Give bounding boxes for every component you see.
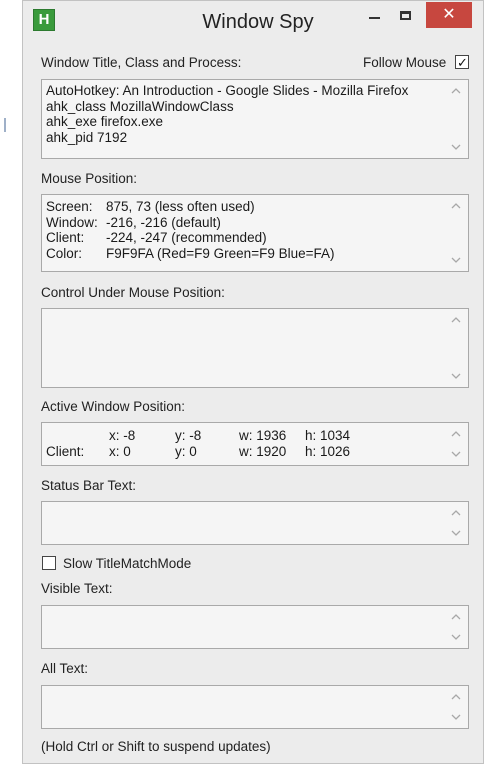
active-w: w: 1920	[239, 443, 287, 459]
active-x: x: 0	[109, 443, 131, 459]
active-row-name	[46, 428, 109, 444]
active-window-box[interactable]: x: -8 y: -8 w: 1936 h: 1034 Client: x: 0…	[41, 422, 469, 466]
autohotkey-icon: H	[33, 9, 55, 31]
mouse-position-box[interactable]: Screen: 875, 73 (less often used) Window…	[41, 194, 469, 272]
scroll-down-icon[interactable]	[451, 530, 461, 537]
window-info-text: AutoHotkey: An Introduction - Google Sli…	[46, 83, 408, 145]
close-icon: ✕	[442, 6, 456, 23]
active-w: w: 1936	[239, 428, 287, 443]
scroll-down-icon[interactable]	[451, 144, 461, 151]
slow-titlematchmode-label: Slow TitleMatchMode	[63, 556, 192, 571]
active-row-client: Client: x: 0 y: 0 w: 1920 h: 1026	[46, 444, 350, 460]
scroll-up-icon[interactable]	[451, 693, 461, 700]
scroll-down-icon[interactable]	[451, 257, 461, 264]
active-window-label: Active Window Position:	[41, 399, 186, 414]
window-spy-window: H Window Spy ✕ Window Title, Class and P…	[22, 0, 484, 764]
scroll-up-icon[interactable]	[451, 202, 461, 209]
close-button[interactable]: ✕	[426, 2, 472, 28]
active-x: x: -8	[109, 428, 136, 443]
maximize-button[interactable]	[400, 11, 411, 20]
scroll-up-icon[interactable]	[451, 87, 461, 94]
slow-titlematchmode-checkbox[interactable]	[42, 556, 56, 570]
mouse-position-label: Mouse Position:	[41, 171, 138, 186]
status-bar-label: Status Bar Text:	[41, 478, 137, 493]
mouse-key: Client:	[46, 230, 85, 245]
scroll-up-icon[interactable]	[451, 509, 461, 516]
mouse-key: Window:	[46, 214, 98, 230]
follow-mouse-label: Follow Mouse	[363, 55, 447, 70]
title-bar[interactable]: H Window Spy ✕	[23, 1, 483, 41]
background-fragment	[4, 118, 6, 132]
status-bar-box[interactable]	[41, 501, 469, 545]
mouse-value: 875, 73 (less often used)	[106, 199, 255, 214]
active-window-text: x: -8 y: -8 w: 1936 h: 1034 Client: x: 0…	[46, 428, 350, 459]
mouse-key: Screen:	[46, 199, 93, 214]
mouse-row-window: Window: -216, -216 (default)	[46, 215, 335, 231]
active-row-window: x: -8 y: -8 w: 1936 h: 1034	[46, 428, 350, 444]
mouse-key: Color:	[46, 245, 83, 261]
follow-mouse-checkbox[interactable]: ✓	[455, 55, 469, 69]
active-h: h: 1026	[305, 443, 351, 459]
scroll-down-icon[interactable]	[451, 714, 461, 721]
active-y: y: -8	[175, 428, 202, 443]
window-info-box[interactable]: AutoHotkey: An Introduction - Google Sli…	[41, 79, 469, 159]
mouse-value: F9F9FA (Red=F9 Green=F9 Blue=FA)	[106, 245, 335, 261]
scroll-down-icon[interactable]	[451, 451, 461, 458]
visible-text-box[interactable]	[41, 605, 469, 649]
control-label: Control Under Mouse Position:	[41, 285, 225, 300]
footer-hint: (Hold Ctrl or Shift to suspend updates)	[41, 739, 271, 754]
all-text-box[interactable]	[41, 685, 469, 729]
scroll-up-icon[interactable]	[451, 430, 461, 437]
mouse-value: -224, -247 (recommended)	[106, 230, 267, 245]
scroll-up-icon[interactable]	[451, 316, 461, 323]
mouse-row-client: Client: -224, -247 (recommended)	[46, 230, 335, 246]
window-title-line: AutoHotkey: An Introduction - Google Sli…	[46, 83, 409, 98]
mouse-position-text: Screen: 875, 73 (less often used) Window…	[46, 199, 335, 261]
ahk-exe-line: ahk_exe firefox.exe	[46, 114, 164, 129]
checkmark-icon: ✓	[457, 55, 468, 70]
active-row-name: Client:	[46, 443, 85, 459]
mouse-row-color: Color: F9F9FA (Red=F9 Green=F9 Blue=FA)	[46, 246, 335, 262]
scroll-down-icon[interactable]	[451, 634, 461, 641]
window-info-label: Window Title, Class and Process:	[41, 55, 242, 70]
window-title: Window Spy	[202, 11, 314, 33]
mouse-row-screen: Screen: 875, 73 (less often used)	[46, 199, 335, 215]
active-h: h: 1034	[305, 428, 351, 443]
ahk-class-line: ahk_class MozillaWindowClass	[46, 98, 234, 114]
scroll-up-icon[interactable]	[451, 613, 461, 620]
ahk-pid-line: ahk_pid 7192	[46, 129, 128, 145]
minimize-button[interactable]	[369, 17, 380, 19]
visible-text-label: Visible Text:	[41, 581, 113, 596]
active-y: y: 0	[175, 443, 197, 459]
mouse-value: -216, -216 (default)	[106, 214, 221, 230]
scroll-down-icon[interactable]	[451, 373, 461, 380]
all-text-label: All Text:	[41, 661, 89, 676]
control-box[interactable]	[41, 308, 469, 388]
